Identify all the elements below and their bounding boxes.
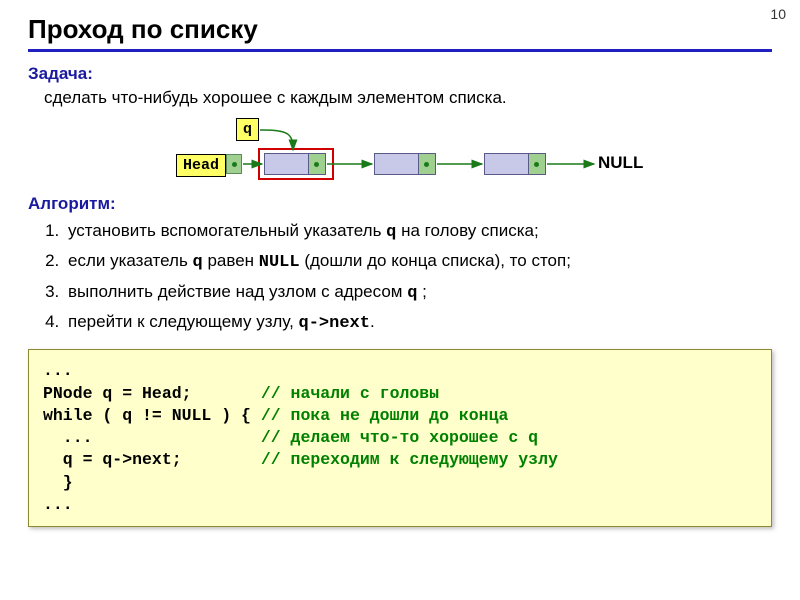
alg-mono: q->next	[299, 314, 370, 333]
list-node-2	[374, 153, 436, 175]
alg-text: на голову списка;	[396, 221, 538, 240]
title-rule	[28, 49, 772, 52]
code-block: ... PNode q = Head; // начали с головы w…	[28, 349, 772, 527]
code-text: q = q->next;	[43, 450, 261, 469]
head-pointer-label: Head	[176, 154, 226, 177]
code-text: }	[43, 473, 73, 492]
page-number: 10	[770, 6, 786, 22]
list-node-1	[264, 153, 326, 175]
code-text: PNode q = Head;	[43, 384, 261, 403]
alg-text: ;	[417, 282, 426, 301]
alg-text: (дошли до конца списка), то стоп;	[300, 251, 571, 270]
code-text: ...	[43, 428, 261, 447]
alg-text: .	[370, 312, 375, 331]
alg-text: если указатель	[68, 251, 193, 270]
alg-text: установить вспомогательный указатель	[68, 221, 386, 240]
alg-mono: q	[193, 253, 203, 272]
head-pointer-box	[226, 154, 242, 174]
alg-text: выполнить действие над узлом с адресом	[68, 282, 407, 301]
page-title: Проход по списку	[28, 14, 772, 45]
alg-text: равен	[203, 251, 259, 270]
q-pointer-label: q	[236, 118, 259, 141]
code-text: ...	[43, 361, 73, 380]
code-comment: // переходим к следующему узлу	[261, 450, 558, 469]
task-text: сделать что-нибудь хорошее с каждым элем…	[44, 88, 772, 108]
code-comment: // делаем что-то хорошее с q	[261, 428, 538, 447]
code-text: while ( q != NULL ) {	[43, 406, 261, 425]
null-label: NULL	[598, 153, 643, 173]
alg-step-4: перейти к следующему узлу, q->next.	[64, 309, 772, 337]
alg-mono: q	[386, 223, 396, 242]
linked-list-diagram: q Head NULL	[128, 118, 772, 188]
task-label: Задача:	[28, 64, 772, 84]
alg-mono: NULL	[259, 253, 300, 272]
code-comment: // начали с головы	[261, 384, 439, 403]
algorithm-label: Алгоритм:	[28, 194, 772, 214]
alg-step-1: установить вспомогательный указатель q н…	[64, 218, 772, 246]
list-node-3	[484, 153, 546, 175]
algorithm-steps: установить вспомогательный указатель q н…	[64, 218, 772, 337]
code-text: ...	[43, 495, 73, 514]
code-pre: ... PNode q = Head; // начали с головы w…	[29, 350, 771, 526]
alg-step-2: если указатель q равен NULL (дошли до ко…	[64, 248, 772, 276]
alg-text: перейти к следующему узлу,	[68, 312, 299, 331]
alg-step-3: выполнить действие над узлом с адресом q…	[64, 279, 772, 307]
code-comment: // пока не дошли до конца	[261, 406, 509, 425]
alg-mono: q	[407, 284, 417, 303]
